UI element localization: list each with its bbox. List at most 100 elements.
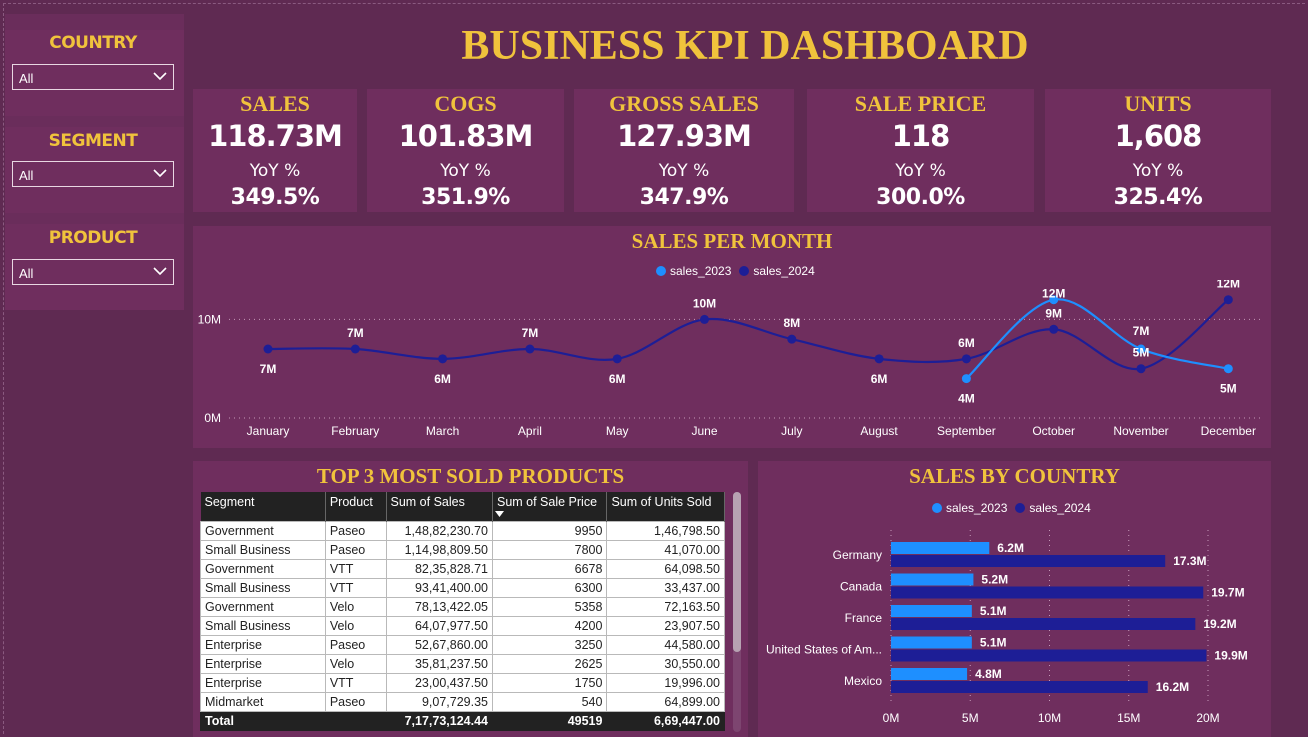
table-cell: 3250 [491, 635, 608, 655]
bar-sales_2023 [891, 668, 968, 680]
table-row[interactable]: Enterprise Paseo 52,67,860.00 3250 44,580.00 [200, 635, 725, 655]
bar-sales_2024 [891, 681, 1148, 693]
x-tick-label: 5M [962, 711, 979, 725]
category-label: Mexico [844, 674, 882, 688]
x-tick-label: December [1201, 424, 1256, 438]
data-label-sales_2024: 17.3M [1173, 554, 1206, 568]
bar-sales_2023 [891, 542, 990, 554]
data-point-sales_2024 [350, 344, 360, 354]
data-label-sales_2024: 6M [958, 336, 975, 350]
table-cell: Small Business [200, 578, 326, 598]
table-cell: 93,41,400.00 [385, 578, 493, 598]
table-row[interactable]: Government VTT 82,35,828.71 6678 64,098.50 [200, 559, 725, 579]
kpi-yoy-value: 347.9% [639, 185, 729, 210]
x-tick-label: October [1032, 424, 1075, 438]
product-dropdown[interactable]: All [12, 259, 174, 285]
data-point-sales_2024 [874, 354, 884, 364]
legend-dot-2023 [656, 266, 666, 276]
bar-sales_2023 [891, 605, 972, 617]
data-label-sales_2024: 5M [1133, 346, 1150, 360]
table-cell: 540 [491, 692, 608, 712]
table-total-cell: Total [200, 711, 326, 731]
x-tick-label: January [247, 424, 290, 438]
table-row[interactable]: Small Business Velo 64,07,977.50 4200 23,907… [200, 616, 725, 636]
table-cell: 1,14,98,809.50 [385, 540, 493, 560]
column-header-sum-of-sales[interactable]: Sum of Sales [386, 492, 493, 522]
category-label: Germany [833, 548, 882, 562]
country-dropdown[interactable]: All [12, 64, 174, 90]
table-cell: Midmarket [200, 692, 326, 712]
data-point-sales_2024 [1049, 324, 1059, 334]
table-cell: 5358 [491, 597, 608, 617]
x-tick-label: September [937, 424, 996, 438]
y-tick-label: 0M [204, 411, 221, 425]
bar-sales_2024 [891, 649, 1207, 662]
table-cell: 6678 [491, 559, 608, 579]
table-cell: 7800 [491, 540, 608, 560]
legend-label-2023: sales_2023 [946, 501, 1008, 515]
table-cell: 44,580.00 [606, 635, 725, 655]
table-cell: 64,07,977.50 [385, 616, 493, 636]
bar-sales_2023 [891, 573, 974, 586]
data-label-sales_2023: 12M [1042, 287, 1065, 301]
table-cell: 64,899.00 [606, 692, 725, 712]
kpi-label: SALES [240, 91, 310, 116]
country-filter-title: COUNTRY [49, 33, 137, 53]
line-chart-legend: sales_2023 sales_2024 [656, 264, 815, 278]
data-label-sales_2024: 19.2M [1203, 617, 1236, 631]
kpi-label: UNITS [1124, 91, 1192, 116]
table-cell: VTT [324, 673, 387, 693]
table-scrollbar-thumb[interactable] [733, 492, 741, 652]
product-dropdown-value: All [19, 266, 34, 281]
table-row[interactable]: Small Business VTT 93,41,400.00 6300 33,437.… [200, 578, 725, 598]
line-chart-title: SALES PER MONTH [631, 229, 833, 253]
table-total-cell: 49519 [491, 711, 608, 731]
data-point-sales_2024 [700, 314, 709, 324]
category-label: France [845, 611, 883, 625]
sort-descending-icon [494, 511, 504, 517]
chevron-down-icon [153, 72, 167, 81]
table-cell: Paseo [324, 521, 387, 541]
data-point-sales_2024 [438, 354, 448, 364]
product-filter-title: PRODUCT [48, 228, 138, 248]
column-header-product[interactable]: Product [325, 492, 387, 522]
bar-sales_2024 [891, 618, 1196, 630]
table-total-cell [324, 711, 387, 731]
table-cell: 33,437.00 [606, 578, 725, 598]
data-point-sales_2024 [1223, 295, 1233, 305]
table-cell: 82,35,828.71 [385, 559, 493, 579]
data-label-sales_2024: 9M [1045, 306, 1062, 320]
x-tick-label: April [518, 424, 542, 438]
table-cell: VTT [324, 559, 387, 579]
table-cell: Government [200, 521, 326, 541]
table-row[interactable]: Enterprise Velo 35,81,237.50 2625 30,550.00 [200, 654, 725, 674]
column-header-segment[interactable]: Segment [200, 492, 326, 522]
segment-dropdown-value: All [19, 168, 34, 183]
kpi-card-units: UNITS 1,608 YoY % 325.4% [1045, 89, 1271, 212]
sales-per-month-chart: 0M 10M January February March April May June Jul… [198, 280, 1261, 438]
table-row[interactable]: Midmarket Paseo 9,07,729.35 540 64,899.00 [200, 692, 725, 712]
table-row[interactable]: Enterprise VTT 23,00,437.50 1750 19,996.00 [200, 673, 725, 693]
column-header-sum-of-units-sold[interactable]: Sum of Units Sold [606, 492, 725, 522]
table-row[interactable]: Government Paseo 1,48,82,230.70 9950 1,46,79… [200, 521, 725, 541]
data-label-sales_2024: 7M [522, 326, 539, 340]
x-tick-label: 15M [1117, 711, 1140, 725]
data-label-sales_2024: 7M [260, 362, 277, 376]
kpi-card-gross-sales: GROSS SALES 127.93M YoY % 347.9% [574, 89, 794, 212]
x-tick-label: November [1113, 424, 1168, 438]
kpi-yoy-value: 300.0% [876, 185, 965, 210]
table-cell: 78,13,422.05 [385, 597, 493, 617]
table-cell: Paseo [324, 540, 387, 560]
table-row[interactable]: Government Velo 78,13,422.05 5358 72,163.50 [200, 597, 725, 617]
kpi-value: 1,608 [1114, 119, 1203, 153]
table-row[interactable]: Small Business Paseo 1,14,98,809.50 7800 41,… [200, 540, 725, 560]
country-dropdown-value: All [19, 71, 34, 86]
dashboard-title: BUSINESS KPI DASHBOARD [461, 23, 1029, 69]
table-scrollbar[interactable] [733, 492, 741, 732]
column-header-sum-of-sale-price[interactable]: Sum of Sale Price [492, 492, 608, 522]
kpi-card-sale-price: SALE PRICE 118 YoY % 300.0% [807, 89, 1034, 212]
segment-dropdown[interactable]: All [12, 161, 174, 187]
kpi-label: SALE PRICE [854, 91, 987, 116]
category-label: United States of Am... [766, 643, 882, 657]
table-cell: 4200 [491, 616, 608, 636]
